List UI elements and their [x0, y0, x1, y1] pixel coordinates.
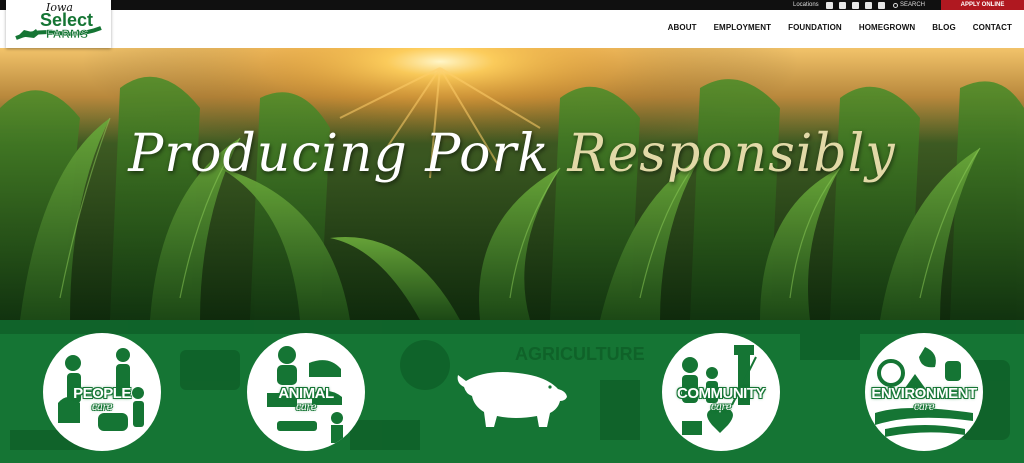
search-icon: [893, 2, 898, 8]
instagram-icon[interactable]: [865, 1, 872, 9]
logo-farms: FARMS: [46, 27, 88, 41]
linkedin-icon[interactable]: [852, 1, 859, 9]
facebook-icon[interactable]: [826, 1, 833, 9]
hero-title-accent: Responsibly: [567, 124, 896, 184]
search-button[interactable]: SEARCH: [893, 0, 925, 10]
community-care-badge[interactable]: COMMUNITY care: [662, 333, 780, 451]
people-care-badge[interactable]: PEOPLE care: [43, 333, 161, 451]
nav-foundation[interactable]: FOUNDATION: [788, 23, 842, 32]
environment-care-badge[interactable]: ENVIRONMENT care: [865, 333, 983, 451]
care-section: AGRICULTURE PEOPLE care ANIMAL care COMM…: [0, 320, 1024, 463]
nav-contact[interactable]: CONTACT: [973, 23, 1012, 32]
animal-care-badge[interactable]: ANIMAL care: [247, 333, 365, 451]
hero-title-main: Producing Pork: [128, 124, 550, 184]
twitter-icon[interactable]: [839, 1, 846, 9]
social-links: [826, 0, 885, 10]
nav-about[interactable]: ABOUT: [668, 23, 697, 32]
community-care-label: COMMUNITY care: [677, 385, 766, 413]
people-care-label: PEOPLE care: [73, 385, 131, 413]
environment-care-label: ENVIRONMENT care: [871, 385, 977, 413]
email-icon[interactable]: [878, 1, 885, 9]
locations-link[interactable]: Locations: [793, 0, 819, 10]
cornfield-image: [0, 48, 1024, 320]
nav-blog[interactable]: BLOG: [932, 23, 956, 32]
apply-online-button[interactable]: APPLY ONLINE: [941, 0, 1024, 10]
pig-icon: [457, 372, 567, 427]
site-logo[interactable]: Iowa Select FARMS: [6, 0, 111, 48]
animal-care-label: ANIMAL care: [278, 385, 334, 413]
nav-employment[interactable]: EMPLOYMENT: [714, 23, 771, 32]
svg-text:AGRICULTURE: AGRICULTURE: [515, 344, 645, 364]
hero-title: Producing Pork Responsibly: [0, 124, 1024, 184]
main-nav: ABOUT EMPLOYMENT FOUNDATION HOMEGROWN BL…: [668, 23, 1012, 32]
nav-homegrown[interactable]: HOMEGROWN: [859, 23, 915, 32]
search-label: SEARCH: [900, 2, 926, 8]
hero-banner: Producing Pork Responsibly: [0, 48, 1024, 320]
